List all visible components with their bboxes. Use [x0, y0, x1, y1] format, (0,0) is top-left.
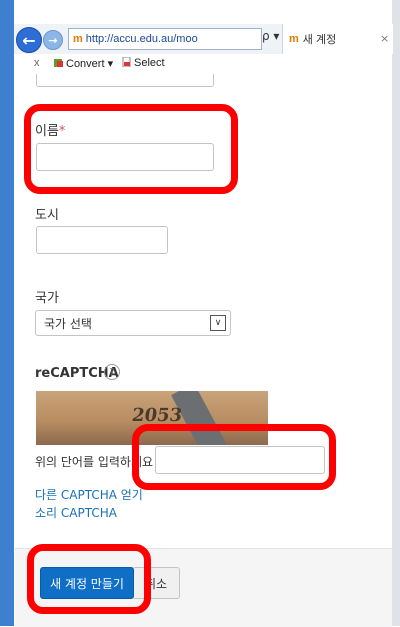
tab-close-icon[interactable]: × — [380, 32, 389, 45]
help-icon[interactable]: ? — [104, 364, 120, 380]
create-account-button[interactable]: 새 계정 만들기 — [40, 567, 134, 599]
name-label: 이름* — [35, 120, 65, 139]
address-bar[interactable]: m http://accu.edu.au/moo — [68, 28, 262, 50]
audio-captcha-link[interactable]: 소리 CAPTCHA — [35, 504, 117, 521]
required-mark: * — [58, 124, 66, 139]
command-bar: x Convert ▾ Select — [14, 54, 392, 74]
select-label: Select — [134, 57, 165, 69]
chevron-down-icon: ∨ — [210, 315, 226, 331]
convert-icon — [54, 59, 63, 67]
commandbar-close-icon[interactable]: x — [34, 57, 40, 69]
convert-button[interactable]: Convert ▾ — [54, 57, 113, 70]
country-select[interactable]: 국가 선택 ∨ — [35, 310, 231, 336]
select-icon — [122, 57, 131, 67]
select-button[interactable]: Select — [122, 57, 165, 69]
previous-field[interactable] — [36, 74, 214, 87]
window-frame-left — [0, 0, 14, 626]
convert-label: Convert ▾ — [66, 58, 114, 70]
site-favicon-icon: m — [73, 33, 83, 45]
other-captcha-link[interactable]: 다른 CAPTCHA 얻기 — [35, 486, 143, 503]
country-selected-value: 국가 선택 — [44, 316, 92, 331]
cancel-button[interactable]: 취소 — [132, 567, 180, 599]
tab-favicon-icon: m — [289, 33, 299, 45]
back-button[interactable]: ← — [16, 27, 42, 53]
browser-tab[interactable]: m 새 계정 — [282, 24, 393, 54]
captcha-input-label: 위의 단어를 입력하세요 — [35, 455, 154, 469]
country-label: 국가 — [35, 291, 59, 306]
name-input[interactable] — [36, 143, 214, 171]
address-url: http://accu.edu.au/moo — [85, 33, 198, 45]
window-frame-right — [392, 0, 400, 626]
name-label-text: 이름 — [35, 124, 59, 139]
browser-toolbar: ← → m http://accu.edu.au/moo ρ ▾ ć m 새 … — [14, 24, 393, 55]
captcha-image: 2053 — [36, 391, 268, 445]
captcha-word: 2053 — [130, 405, 184, 426]
forward-button[interactable]: → — [43, 30, 63, 50]
back-arrow-icon: ← — [22, 30, 36, 50]
tab-title: 새 계정 — [302, 34, 337, 46]
captcha-input[interactable] — [155, 446, 325, 474]
forward-arrow-icon: → — [48, 33, 58, 47]
city-input[interactable] — [36, 226, 168, 254]
city-label: 도시 — [35, 208, 59, 223]
